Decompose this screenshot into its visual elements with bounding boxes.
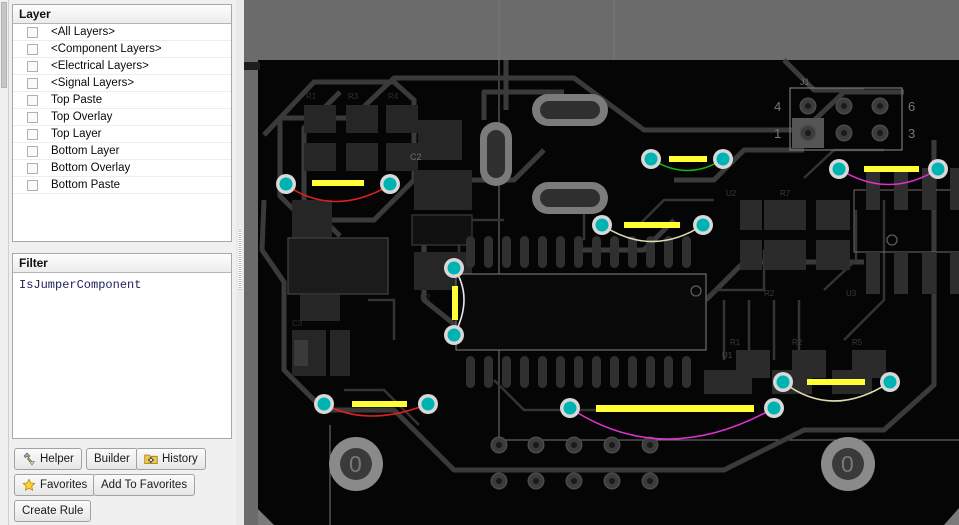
connector-pin-label-6: 6 bbox=[908, 99, 915, 114]
layer-row-label: Bottom Overlay bbox=[51, 162, 131, 174]
add-to-favorites-button-label: Add To Favorites bbox=[101, 479, 188, 491]
star-icon bbox=[22, 478, 36, 492]
filter-query-text[interactable]: IsJumperComponent bbox=[13, 273, 231, 292]
rules-and-pcb-window: Layer <All Layers> <Component Layers> <Ele… bbox=[0, 0, 959, 525]
layer-row[interactable]: <Electrical Layers> bbox=[13, 58, 231, 75]
svg-text:C3: C3 bbox=[292, 319, 303, 328]
favorites-button[interactable]: Favorites bbox=[14, 474, 96, 496]
layer-list[interactable]: <All Layers> <Component Layers> <Electrica… bbox=[13, 24, 231, 242]
layer-row-label: Top Overlay bbox=[51, 111, 113, 123]
layer-checkbox[interactable] bbox=[27, 26, 38, 38]
layer-row[interactable]: Bottom Layer bbox=[13, 143, 231, 160]
filter-panel-header: Filter bbox=[13, 254, 231, 273]
svg-text:U3: U3 bbox=[846, 289, 857, 298]
helper-button[interactable]: Helper bbox=[14, 448, 82, 470]
svg-text:R2: R2 bbox=[420, 293, 431, 302]
layer-row-label: Bottom Paste bbox=[51, 179, 121, 191]
mounting-hole-label: 0 bbox=[349, 451, 362, 477]
layer-row-label: <Signal Layers> bbox=[51, 77, 135, 89]
svg-text:R3: R3 bbox=[348, 92, 359, 101]
layer-row[interactable]: Bottom Overlay bbox=[13, 160, 231, 177]
connector-pin-label-1: 1 bbox=[774, 126, 781, 141]
layer-row-label: <Electrical Layers> bbox=[51, 60, 149, 72]
history-button[interactable]: History bbox=[136, 448, 206, 470]
add-to-favorites-button[interactable]: Add To Favorites bbox=[93, 474, 196, 496]
connector-pin-label-3: 3 bbox=[908, 126, 915, 141]
layer-checkbox[interactable] bbox=[27, 94, 38, 106]
layer-row[interactable]: Top Overlay bbox=[13, 109, 231, 126]
layer-panel: Layer <All Layers> <Component Layers> <Ele… bbox=[12, 4, 232, 242]
splitter-grip-icon bbox=[239, 228, 241, 290]
create-rule-button[interactable]: Create Rule bbox=[14, 500, 92, 522]
svg-text:R2: R2 bbox=[764, 289, 775, 298]
layer-row-label: <All Layers> bbox=[51, 26, 115, 38]
layer-row[interactable]: <All Layers> bbox=[13, 24, 231, 41]
connector-pin-label-4: 4 bbox=[774, 99, 781, 114]
svg-text:R1: R1 bbox=[730, 338, 741, 347]
hammer-icon bbox=[22, 452, 36, 466]
layer-checkbox[interactable] bbox=[27, 162, 38, 174]
panel-scrollbar[interactable] bbox=[0, 0, 9, 525]
create-rule-button-label: Create Rule bbox=[22, 505, 84, 517]
builder-button-label: Builder bbox=[94, 453, 130, 465]
pcb-design-view[interactable]: R1 R3 R4 C3 C2 R2 U1 U2 R7 R2 U3 R1 R2 R… bbox=[244, 0, 959, 525]
svg-text:R5: R5 bbox=[852, 338, 863, 347]
layer-checkbox[interactable] bbox=[27, 111, 38, 123]
favorites-button-label: Favorites bbox=[40, 479, 88, 491]
layer-row-label: Top Paste bbox=[51, 94, 103, 106]
svg-text:J1: J1 bbox=[800, 77, 810, 87]
layer-row-label: Top Layer bbox=[51, 128, 102, 140]
helper-button-label: Helper bbox=[40, 453, 74, 465]
scrollbar-thumb[interactable] bbox=[1, 2, 7, 88]
layer-row-label: Bottom Layer bbox=[51, 145, 120, 157]
svg-text:C2: C2 bbox=[410, 152, 422, 162]
svg-text:U2: U2 bbox=[726, 189, 737, 198]
layer-row[interactable]: <Component Layers> bbox=[13, 41, 231, 58]
svg-text:R1: R1 bbox=[306, 92, 317, 101]
filter-panel: Filter IsJumperComponent bbox=[12, 253, 232, 439]
panel-splitter[interactable] bbox=[236, 0, 244, 525]
layer-row[interactable]: Top Layer bbox=[13, 126, 231, 143]
layer-checkbox[interactable] bbox=[27, 43, 38, 55]
layer-row-label: <Component Layers> bbox=[51, 43, 162, 55]
left-panel: Layer <All Layers> <Component Layers> <Ele… bbox=[0, 0, 236, 525]
svg-text:U1: U1 bbox=[722, 351, 733, 360]
layer-row[interactable]: <Signal Layers> bbox=[13, 75, 231, 92]
layer-checkbox[interactable] bbox=[27, 145, 38, 157]
builder-button[interactable]: Builder bbox=[86, 448, 138, 470]
pcb-canvas[interactable]: R1 R3 R4 C3 C2 R2 U1 U2 R7 R2 U3 R1 R2 R… bbox=[244, 0, 959, 525]
history-folder-icon bbox=[144, 452, 158, 466]
layer-row[interactable]: Top Paste bbox=[13, 92, 231, 109]
svg-text:R4: R4 bbox=[388, 92, 399, 101]
layer-panel-header: Layer bbox=[13, 5, 231, 24]
layer-row[interactable]: Bottom Paste bbox=[13, 177, 231, 194]
mounting-hole-label: 0 bbox=[841, 451, 854, 477]
svg-text:R7: R7 bbox=[780, 189, 791, 198]
layer-checkbox[interactable] bbox=[27, 60, 38, 72]
svg-text:R2: R2 bbox=[792, 338, 803, 347]
layer-checkbox[interactable] bbox=[27, 128, 38, 140]
layer-checkbox[interactable] bbox=[27, 179, 38, 191]
layer-checkbox[interactable] bbox=[27, 77, 38, 89]
history-button-label: History bbox=[162, 453, 198, 465]
